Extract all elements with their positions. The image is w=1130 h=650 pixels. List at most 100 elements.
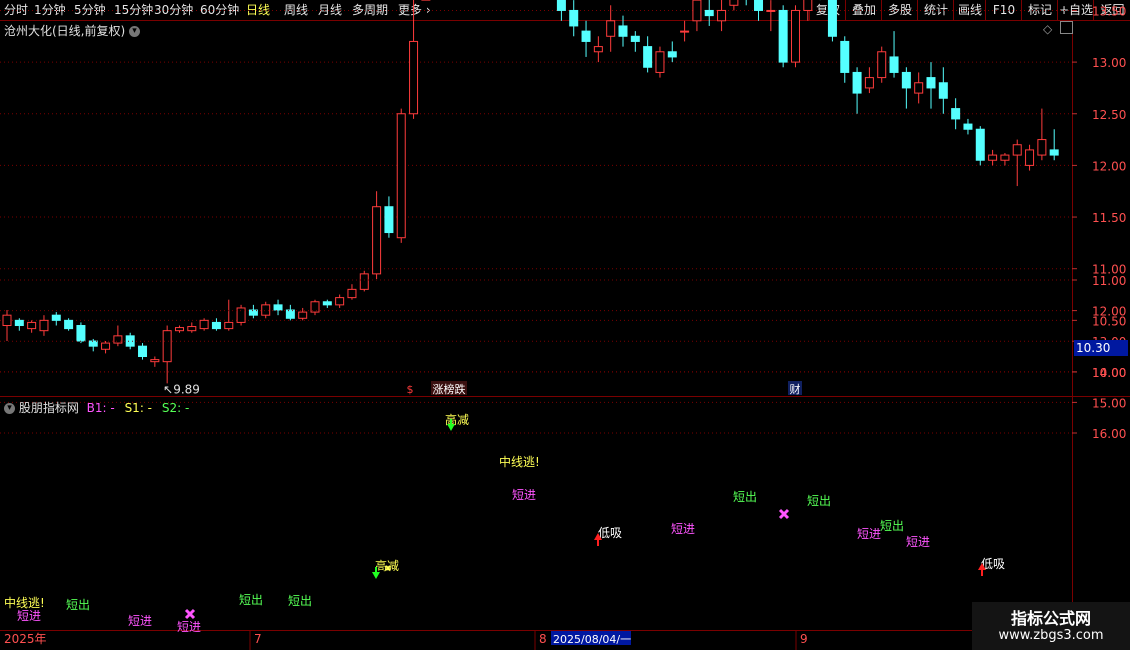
candle-body-22 [273,304,283,311]
candle-body-19 [236,307,246,323]
candle-body-5 [64,319,74,330]
signal-label-15: 短进 [857,527,881,541]
signal-label-9: 中线逃! [499,454,540,469]
candle-body-71 [877,51,887,79]
signal-label-3: 短进 [128,614,152,628]
ind-axis-label-1: 15.00 [1092,396,1126,410]
candle-body-68 [840,40,850,73]
candle-body-30 [372,206,382,275]
candle-body-14 [174,327,184,332]
signal-label-17: 短进 [906,535,930,549]
candle-body-17 [211,321,221,330]
chevron-down-icon[interactable]: ▾ [4,403,15,414]
maximize-icon[interactable] [1060,21,1073,34]
price-axis-label-6: 13.00 [1092,56,1126,70]
signal-label-5: 短出 [239,593,263,607]
cross-marker-icon-3 [385,565,391,571]
signal-label-7: 高减 [375,558,399,573]
chart-title: 沧州大化(日线,前复权) ▾ [4,22,141,39]
signal-label-14: 短出 [807,494,831,508]
candle-body-4 [51,314,61,321]
candle-body-70 [864,77,874,89]
indicator-b1: B1: - [86,401,115,415]
sell-arrow-icon-1 [372,572,380,579]
price-axis-label-5: 13.50 [1092,4,1126,18]
date-year-label: 2025年 [4,632,47,646]
candle-body-6 [76,325,86,342]
candle-body-11 [138,345,148,358]
cross-marker-icon-2 [778,508,790,520]
candle-body-63 [778,9,788,63]
candle-body-76 [938,82,948,99]
candle-body-48 [593,46,603,53]
candle-body-24 [298,311,308,319]
candle-body-52 [643,46,653,68]
chevron-down-icon[interactable]: ▾ [129,26,141,37]
indicator-s1: S1: - [124,401,153,415]
candle-body-53 [655,51,665,73]
candle-body-45 [556,0,566,11]
ind-axis-label-0: 16.00 [1092,427,1126,441]
signal-label-2: 短出 [66,598,90,612]
candle-body-73 [901,71,911,89]
chart-canvas[interactable]: 16.0015.5015.0014.5014.0013.5013.0012.50… [0,0,1130,650]
candle-body-15 [187,326,197,332]
date-month-label-m9: 9 [800,632,808,646]
candle-body-33 [409,40,419,115]
indicator-title: ▾ 股朋指标网 B1: - S1: - S2: - [4,399,189,416]
candle-body-54 [667,51,677,58]
signal-label-0: 中线逃! [4,595,45,610]
watermark: 指标公式网 www.zbgs3.com [972,602,1130,650]
candle-body-23 [285,309,295,319]
candle-body-1 [14,319,24,327]
signal-label-1: 短进 [17,609,41,623]
diamond-icon[interactable]: ◇ [1043,22,1052,36]
candle-body-31 [384,206,394,234]
candle-body-77 [951,108,961,120]
candle-body-64 [790,9,800,63]
candle-body-62 [766,9,776,12]
low-price-label: ↖9.89 [163,382,200,396]
candle-body-78 [963,123,973,130]
candle-body-21 [261,304,271,316]
candle-body-47 [581,30,591,42]
candle-body-58 [717,9,727,22]
candle-body-59 [729,0,739,6]
candle-body-13 [162,330,172,363]
candle-body-2 [27,321,37,330]
price-axis-label-7: 12.50 [1092,108,1126,122]
indicator-s2: S2: - [161,401,190,415]
candle-body-28 [347,288,357,299]
candle-body-8 [101,342,111,350]
stock-title: 沧州大化(日线,前复权) [4,24,126,38]
candle-body-0 [2,314,12,327]
signal-label-11: 低吸 [598,526,622,540]
candle-body-61 [754,0,764,11]
signal-label-10: 短进 [512,488,536,502]
candle-body-85 [1049,149,1059,156]
watermark-title: 指标公式网 [1010,609,1091,628]
candle-body-3 [39,319,49,332]
candle-body-7 [88,340,98,347]
candle-body-79 [975,128,985,161]
event-marker: 涨榜跌 [433,382,466,396]
candle-body-67 [827,0,837,37]
price-axis-label-9: 11.50 [1092,211,1126,225]
candle-body-72 [889,56,899,73]
candle-body-9 [113,335,123,344]
sell-arrow-icon-2 [447,424,455,431]
candle-body-50 [618,25,628,37]
candle-body-55 [680,30,690,33]
ind-axis-label-4: 12.00 [1092,305,1126,319]
candle-body-83 [1025,149,1035,166]
finance-marker: 财 [790,382,801,396]
candle-body-80 [988,154,998,161]
candle-body-12 [150,359,160,363]
candle-body-84 [1037,139,1047,156]
ind-axis-label-2: 14.00 [1092,366,1126,380]
candle-body-69 [852,71,862,94]
indicator-name: 股朋指标网 [18,401,79,415]
candle-body-26 [322,301,332,306]
date-cursor-label: 2025/08/04/一 [553,633,631,646]
candle-body-27 [335,297,345,306]
